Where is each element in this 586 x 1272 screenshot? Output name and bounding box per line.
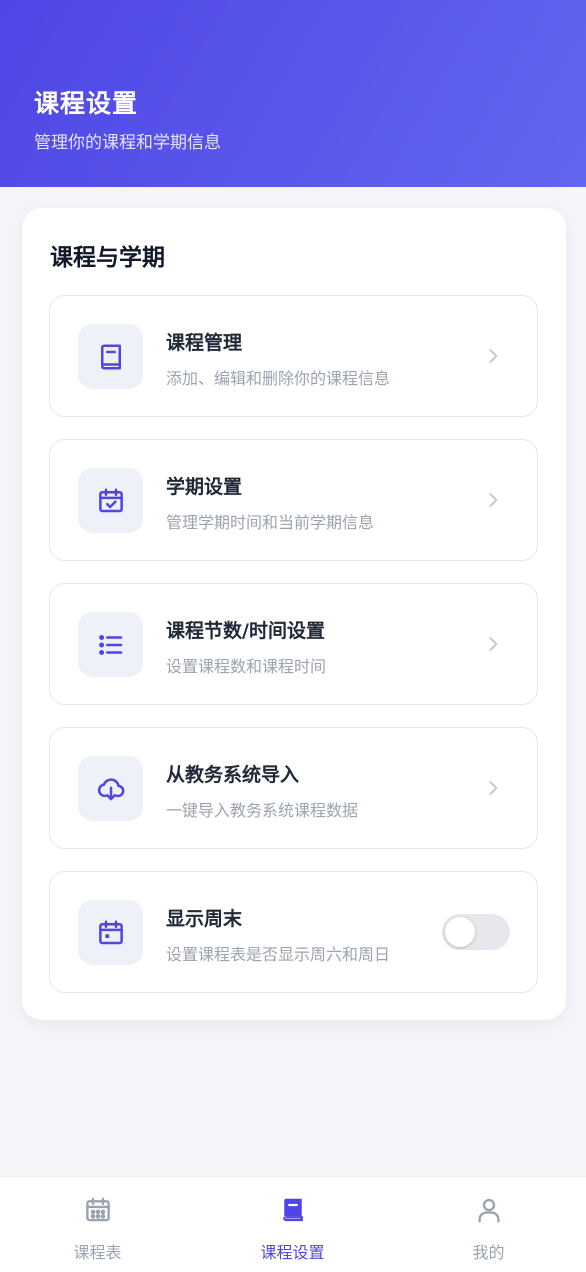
page-title: 课程设置 — [34, 89, 139, 118]
semester-settings-item[interactable]: 学期设置 管理学期时间和当前学期信息 — [49, 439, 538, 561]
list-icon — [98, 634, 122, 655]
chevron-right-icon — [489, 349, 498, 363]
period-time-settings-item[interactable]: 课程节数/时间设置 设置课程数和课程时间 — [49, 583, 538, 705]
book-icon — [282, 1198, 303, 1222]
book-icon — [100, 344, 121, 369]
tab-label: 我的 — [472, 1243, 505, 1262]
tab-label: 课程表 — [73, 1243, 122, 1262]
header: 课程设置 管理你的课程和学期信息 — [0, 0, 586, 187]
import-academic-system-item[interactable]: 从教务系统导入 一键导入教务系统课程数据 — [49, 727, 538, 849]
tab-course-settings[interactable]: 课程设置 — [195, 1177, 390, 1272]
item-title: 显示周末 — [166, 908, 243, 930]
item-description: 管理学期时间和当前学期信息 — [166, 513, 375, 532]
tab-label: 课程设置 — [260, 1243, 325, 1262]
item-description: 添加、编辑和删除你的课程信息 — [166, 369, 391, 388]
chevron-right-icon — [489, 637, 498, 651]
user-icon — [477, 1198, 500, 1223]
chevron-right-icon — [489, 493, 498, 507]
import-icon-box — [78, 756, 143, 821]
settings-page: 课程设置 管理你的课程和学期信息 课程与学期 课程管理 添加、编辑和删除你的课程… — [0, 0, 586, 1272]
item-title: 课程节数/时间设置 — [166, 620, 325, 642]
period-time-icon-box — [78, 612, 143, 677]
show-weekend-icon-box — [78, 900, 143, 965]
calendar-grid-icon — [85, 1197, 110, 1222]
toggle-knob — [445, 917, 475, 947]
item-title: 从教务系统导入 — [166, 764, 300, 786]
item-description: 设置课程数和课程时间 — [166, 657, 327, 676]
course-management-icon-box — [78, 324, 143, 389]
cloud-download-icon — [97, 777, 124, 800]
show-weekend-toggle[interactable] — [442, 914, 510, 950]
tab-mine[interactable]: 我的 — [391, 1177, 586, 1272]
show-weekend-item: 显示周末 设置课程表是否显示周六和周日 — [49, 871, 538, 993]
item-title: 课程管理 — [166, 332, 243, 354]
item-description: 一键导入教务系统课程数据 — [166, 801, 359, 820]
chevron-right-icon — [489, 781, 498, 795]
page-subtitle: 管理你的课程和学期信息 — [34, 133, 221, 153]
item-description: 设置课程表是否显示周六和周日 — [166, 945, 391, 964]
calendar-icon — [98, 920, 123, 944]
semester-settings-icon-box — [78, 468, 143, 533]
settings-card: 课程与学期 课程管理 添加、编辑和删除你的课程信息 学期设置 管理学期时间和当前… — [22, 208, 566, 1020]
bottom-tab-bar: 课程表 课程设置 我的 — [0, 1176, 586, 1272]
item-title: 学期设置 — [166, 476, 243, 498]
course-management-item[interactable]: 课程管理 添加、编辑和删除你的课程信息 — [49, 295, 538, 417]
section-title: 课程与学期 — [50, 245, 165, 271]
calendar-check-icon — [98, 488, 123, 512]
tab-timetable[interactable]: 课程表 — [0, 1177, 195, 1272]
